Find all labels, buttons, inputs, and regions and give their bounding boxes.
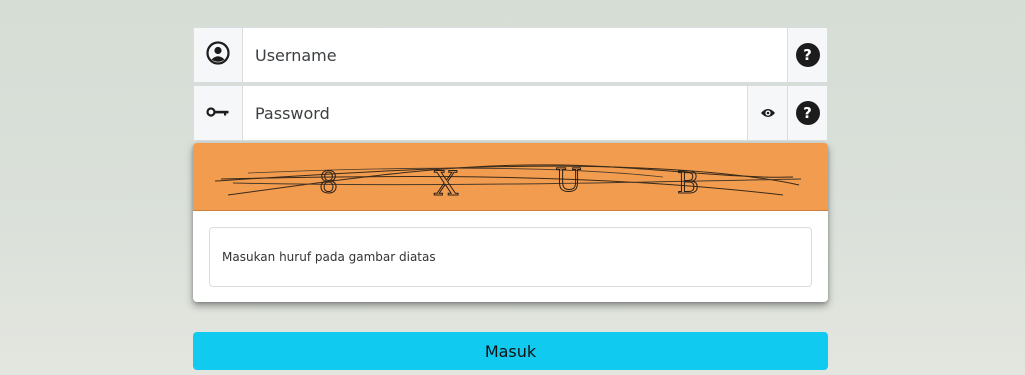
question-icon: ? [795, 43, 820, 67]
username-addon [194, 28, 243, 82]
username-field-wrap [243, 28, 787, 82]
password-field-wrap [243, 86, 747, 140]
submit-button[interactable]: Masuk [193, 332, 828, 370]
question-icon: ? [795, 101, 820, 125]
captcha-char-2: X [434, 164, 459, 204]
username-help[interactable]: ? [787, 28, 827, 82]
password-toggle[interactable] [747, 86, 787, 140]
eye-icon [760, 104, 776, 123]
login-form: ? ? [193, 27, 828, 302]
username-row: ? [193, 27, 828, 83]
password-input[interactable] [255, 103, 747, 123]
captcha-char-4: B [677, 166, 699, 201]
username-input[interactable] [255, 45, 787, 65]
password-row: ? [193, 85, 828, 141]
key-icon [206, 104, 230, 123]
captcha-char-3: U [555, 161, 582, 199]
captcha-image: 8 X U B [193, 143, 828, 211]
captcha-body [193, 211, 828, 302]
captcha-char-1: 8 [319, 166, 338, 201]
captcha-card: 8 X U B [193, 143, 828, 302]
captcha-input[interactable] [222, 250, 811, 264]
user-circle-icon [206, 41, 230, 69]
password-help[interactable]: ? [787, 86, 827, 140]
captcha-field-wrap [209, 227, 812, 287]
password-addon [194, 86, 243, 140]
